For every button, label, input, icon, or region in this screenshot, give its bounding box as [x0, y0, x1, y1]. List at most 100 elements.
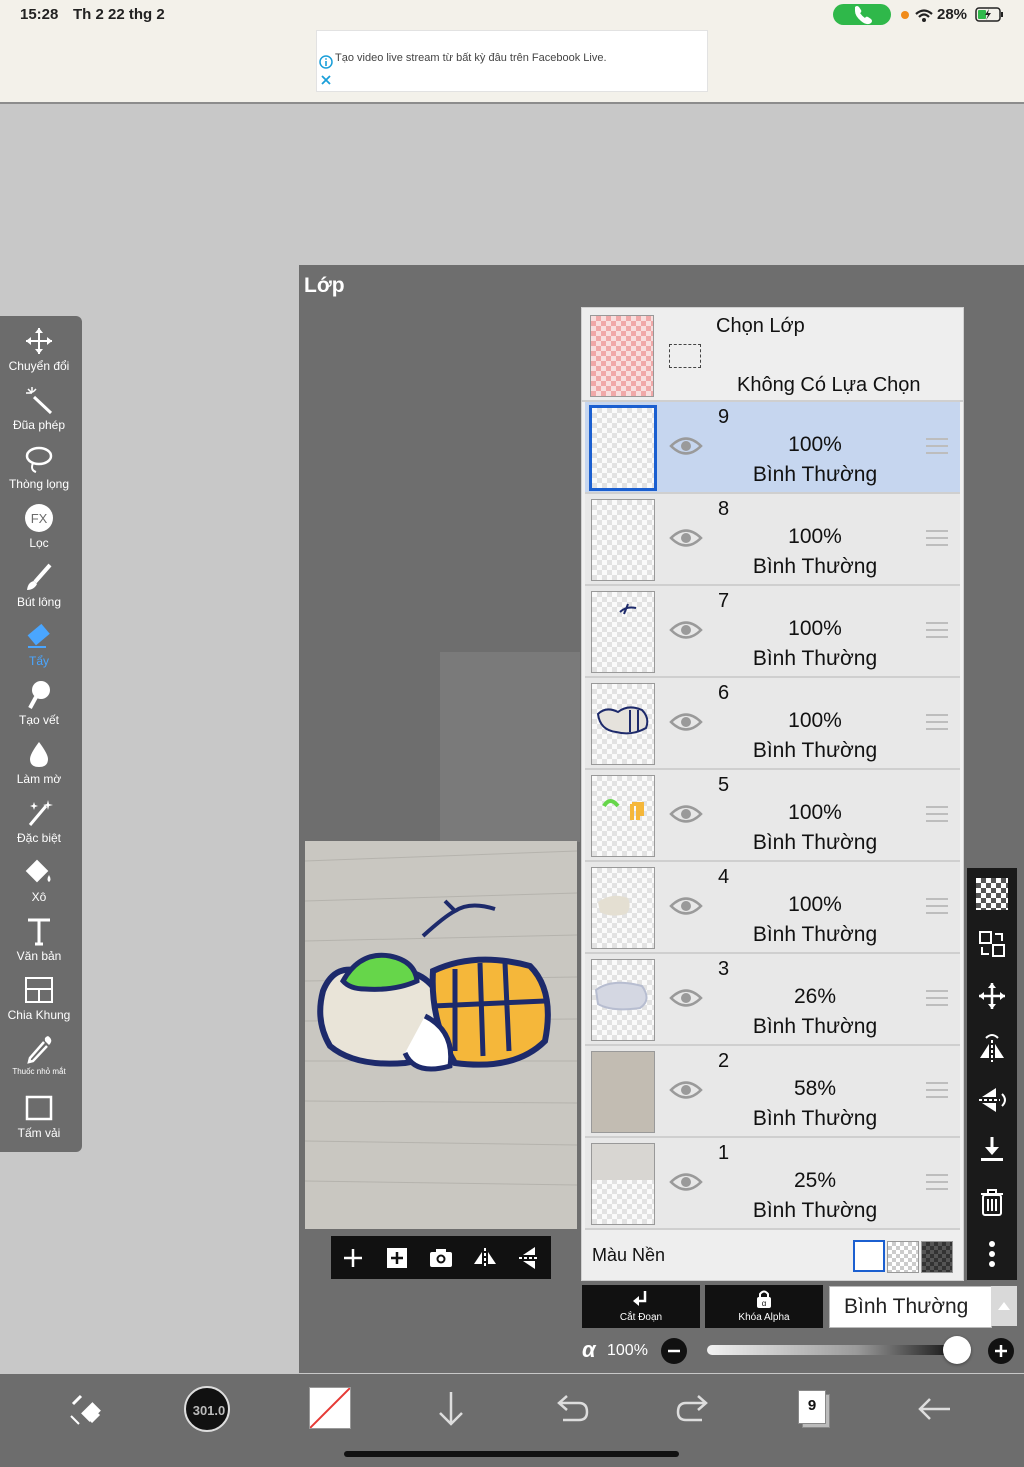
camera-icon[interactable] [425, 1242, 457, 1274]
tool-lasso[interactable]: Thòng lọng [0, 442, 78, 500]
layer-row-6[interactable]: 6 100% Bình Thường [585, 678, 960, 770]
add-layer-icon[interactable] [337, 1242, 369, 1274]
back-icon[interactable] [912, 1386, 958, 1432]
eyedropper-icon [27, 1036, 52, 1064]
arrow-down-icon[interactable] [428, 1386, 474, 1432]
opacity-increase-button[interactable] [987, 1337, 1015, 1365]
layers-button[interactable]: 9 [796, 1388, 830, 1428]
tool-smudge[interactable]: Tạo vết [0, 678, 78, 736]
transfer-layer-icon[interactable] [976, 928, 1008, 960]
bg-dark-swatch[interactable] [921, 1241, 953, 1273]
undo-icon[interactable] [549, 1386, 595, 1432]
svg-text:FX: FX [31, 511, 48, 526]
visibility-eye-icon[interactable] [669, 987, 703, 1009]
move-icon[interactable] [976, 980, 1008, 1012]
merge-down-icon[interactable] [976, 1134, 1008, 1166]
layer-opacity: 100% [788, 525, 842, 548]
clipping-button[interactable]: Cắt Đoạn [582, 1285, 700, 1328]
bg-transparent-swatch[interactable] [887, 1241, 919, 1273]
flip-horizontal-icon[interactable] [469, 1242, 501, 1274]
alpha-lock-label: Khóa Alpha [738, 1312, 790, 1323]
tool-brush[interactable]: Bút lông [0, 560, 78, 618]
more-options-icon[interactable] [976, 1238, 1008, 1270]
status-date: Th 2 22 thg 2 [73, 6, 165, 23]
drag-handle-icon[interactable] [926, 530, 948, 548]
duplicate-layer-icon[interactable] [381, 1242, 413, 1274]
visibility-eye-icon[interactable] [669, 1171, 703, 1193]
opacity-slider-knob[interactable] [943, 1336, 971, 1364]
visibility-eye-icon[interactable] [669, 1079, 703, 1101]
tool-blur[interactable]: Làm mờ [0, 737, 78, 795]
visibility-eye-icon[interactable] [669, 527, 703, 549]
selection-thumbnail [590, 315, 654, 397]
drag-handle-icon[interactable] [926, 714, 948, 732]
brush-size-button[interactable]: 301.0 [184, 1386, 230, 1432]
drag-handle-icon[interactable] [926, 898, 948, 916]
home-indicator [344, 1451, 679, 1457]
tool-eraser[interactable]: Tẩy [0, 619, 78, 677]
wifi-icon [915, 9, 933, 22]
blend-mode-select[interactable]: Bình Thường [829, 1286, 992, 1328]
info-icon[interactable] [319, 55, 333, 69]
layer-row-5[interactable]: 5 100% Bình Thường [585, 770, 960, 862]
visibility-eye-icon[interactable] [669, 619, 703, 641]
color-swatch-button[interactable] [309, 1387, 351, 1429]
canvas-backdrop [440, 652, 580, 842]
tool-canvas[interactable]: Tấm vải [0, 1091, 78, 1149]
tool-magic-wand[interactable]: Đũa phép [0, 383, 78, 441]
tool-fx[interactable]: FX Lọc [0, 501, 78, 559]
layer-number: 9 [718, 406, 730, 428]
call-indicator[interactable] [833, 4, 891, 25]
layer-number: 7 [718, 590, 730, 612]
drag-handle-icon[interactable] [926, 806, 948, 824]
layer-opacity: 100% [788, 801, 842, 824]
flip-vertical-icon[interactable] [976, 1084, 1008, 1116]
tool-switch-icon[interactable] [63, 1386, 109, 1432]
blend-mode-toggle[interactable] [991, 1286, 1017, 1326]
opacity-slider-track[interactable] [707, 1345, 957, 1355]
ad-text[interactable]: Tạo video live stream từ bất kỳ đâu trên… [335, 52, 607, 64]
bg-white-swatch[interactable] [853, 1240, 885, 1272]
tool-label: Đặc biệt [16, 831, 62, 845]
layer-number: 6 [718, 682, 730, 704]
close-icon[interactable] [320, 74, 332, 86]
visibility-eye-icon[interactable] [669, 803, 703, 825]
drag-handle-icon[interactable] [926, 438, 948, 456]
layer-actions-strip [967, 868, 1017, 1280]
tool-frame-divider[interactable]: Chia Khung [0, 973, 78, 1031]
layer-row-4[interactable]: 4 100% Bình Thường [585, 862, 960, 954]
drag-handle-icon[interactable] [926, 1082, 948, 1100]
layer-row-8[interactable]: 8 100% Bình Thường [585, 494, 960, 586]
trash-icon[interactable] [976, 1186, 1008, 1218]
tool-move[interactable]: Chuyển đổi [0, 324, 78, 382]
opacity-decrease-button[interactable] [660, 1337, 688, 1365]
layer-row-9[interactable]: 9 100% Bình Thường [585, 402, 960, 494]
visibility-eye-icon[interactable] [669, 895, 703, 917]
alpha-lock-button[interactable]: α Khóa Alpha [705, 1285, 823, 1328]
tool-label: Tạo vết [18, 713, 60, 727]
ad-banner[interactable]: Tạo video live stream từ bất kỳ đâu trên… [316, 30, 708, 92]
layer-row-2[interactable]: 2 58% Bình Thường [585, 1046, 960, 1138]
visibility-eye-icon[interactable] [669, 435, 703, 457]
selection-status: Không Có Lựa Chọn [737, 374, 921, 396]
tool-eyedropper[interactable]: Thuốc nhỏ mắt [0, 1032, 78, 1090]
alpha-symbol: α [582, 1337, 596, 1362]
drag-handle-icon[interactable] [926, 622, 948, 640]
tool-bucket[interactable]: Xô [0, 855, 78, 913]
tool-text[interactable]: Văn bản [0, 914, 78, 972]
drag-handle-icon[interactable] [926, 990, 948, 1008]
visibility-eye-icon[interactable] [669, 711, 703, 733]
drag-handle-icon[interactable] [926, 1174, 948, 1192]
background-color-row[interactable]: Màu Nền [582, 1230, 963, 1280]
layer-opacity: 26% [793, 985, 837, 1008]
checkerboard-icon[interactable] [976, 878, 1008, 910]
layer-row-3[interactable]: 3 26% Bình Thường [585, 954, 960, 1046]
redo-icon[interactable] [670, 1386, 716, 1432]
tool-special[interactable]: Đặc biệt [0, 796, 78, 854]
layer-row-1[interactable]: 1 25% Bình Thường [585, 1138, 960, 1230]
layer-row-7[interactable]: 7 100% Bình Thường [585, 586, 960, 678]
flip-vertical-icon[interactable] [513, 1242, 545, 1274]
selection-layer-row[interactable]: Chọn Lớp Không Có Lựa Chọn [582, 308, 963, 402]
layer-thumbnail [591, 959, 655, 1041]
flip-horizontal-icon[interactable] [976, 1032, 1008, 1064]
